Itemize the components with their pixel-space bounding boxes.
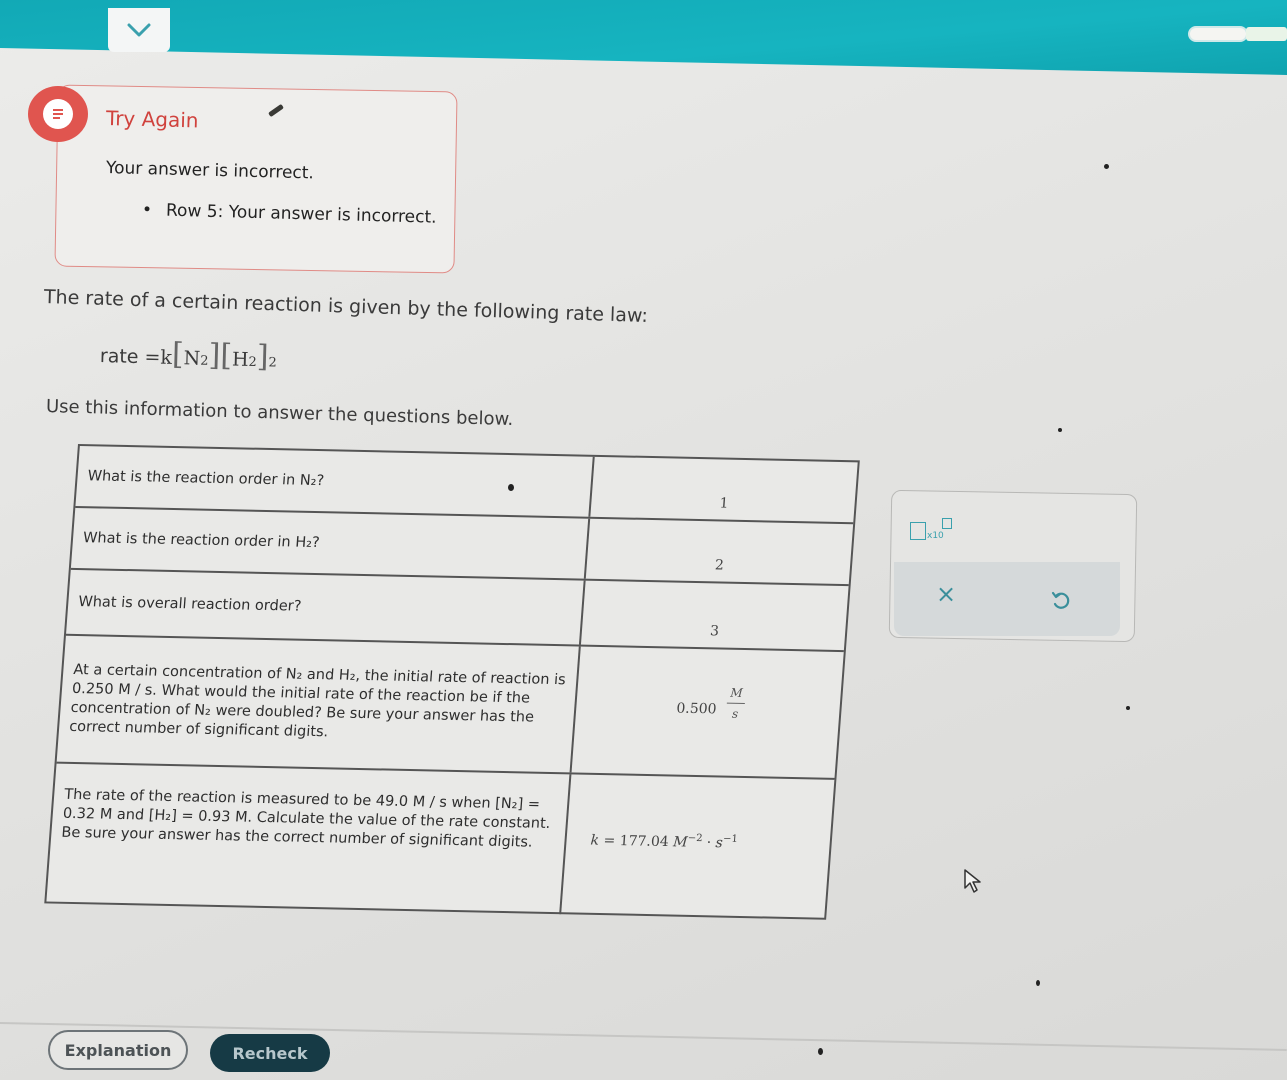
dust-speck bbox=[1126, 706, 1130, 710]
problem-intro: The rate of a certain reaction is given … bbox=[43, 286, 649, 327]
question-cell: The rate of the reaction is measured to … bbox=[46, 763, 572, 915]
rate-constant-answer: k = 177.04 M−2 · s−1 bbox=[590, 831, 738, 852]
dust-speck bbox=[508, 484, 514, 491]
answer-tools-actions bbox=[894, 562, 1120, 636]
alert-icon bbox=[28, 86, 88, 142]
mouse-pointer-icon bbox=[962, 868, 984, 898]
answer-prefix: k = bbox=[590, 832, 616, 849]
answer-cell[interactable]: 3 bbox=[581, 581, 849, 650]
unit-s-exponent: −1 bbox=[722, 833, 739, 845]
table-row: The rate of the reaction is measured to … bbox=[46, 763, 834, 920]
unit-denominator: s bbox=[731, 706, 739, 721]
rate-law-exponent: 2 bbox=[268, 355, 277, 371]
dust-speck bbox=[818, 1048, 823, 1055]
dust-speck bbox=[1104, 164, 1109, 169]
alert-title: Try Again bbox=[105, 106, 199, 133]
rate-law-k: k bbox=[160, 346, 173, 369]
answer-value: 1 bbox=[718, 495, 729, 512]
dust-speck bbox=[1058, 428, 1062, 432]
rate-law-equation: rate = k [N 2] [H 2] 2 bbox=[99, 336, 277, 375]
rate-law-h: H bbox=[231, 348, 249, 371]
header-dropdown-button[interactable] bbox=[108, 8, 170, 52]
answer-cell[interactable]: 2 bbox=[586, 519, 853, 584]
close-icon[interactable]: × bbox=[936, 580, 956, 608]
answer-value: 177.04 bbox=[619, 833, 670, 851]
rate-law-n: N bbox=[183, 347, 201, 370]
question-cell: What is the reaction order in N₂? bbox=[75, 446, 595, 517]
unit-numerator: M bbox=[729, 685, 744, 700]
dust-speck bbox=[1036, 980, 1040, 986]
unit-m: M bbox=[672, 834, 689, 851]
x10-label: x10 bbox=[927, 531, 944, 541]
chevron-down-icon bbox=[127, 23, 151, 37]
answer-value: 3 bbox=[709, 623, 720, 640]
recheck-button[interactable]: Recheck bbox=[210, 1034, 330, 1072]
unit-dot: · bbox=[706, 834, 712, 851]
problem-instruction: Use this information to answer the quest… bbox=[45, 396, 514, 431]
answer-cell[interactable]: 0.500 M s bbox=[572, 647, 844, 778]
progress-pill bbox=[1188, 26, 1248, 42]
question-table: What is the reaction order in N₂? 1 What… bbox=[44, 444, 860, 920]
top-bar bbox=[0, 0, 1287, 75]
answer-cell[interactable]: k = 177.04 M−2 · s−1 bbox=[561, 774, 834, 919]
unit-m-exponent: −2 bbox=[687, 832, 703, 845]
answer-value: 2 bbox=[714, 557, 725, 574]
rate-law-lhs: rate bbox=[99, 345, 139, 369]
answer-unit: M s bbox=[726, 686, 747, 721]
question-cell: What is the reaction order in H₂? bbox=[70, 507, 591, 579]
progress-pill-edge bbox=[1246, 27, 1287, 41]
scientific-notation-button[interactable]: x10 bbox=[910, 518, 958, 544]
footer-divider bbox=[0, 1022, 1287, 1051]
question-cell: At a certain concentration of N₂ and H₂,… bbox=[56, 635, 581, 773]
rate-law-equals: = bbox=[144, 346, 161, 369]
answer-cell[interactable]: 1 bbox=[590, 457, 857, 522]
undo-icon[interactable] bbox=[1050, 590, 1072, 616]
question-cell: What is overall reaction order? bbox=[66, 569, 586, 645]
explanation-button[interactable]: Explanation bbox=[48, 1030, 188, 1070]
answer-value: 0.500 bbox=[675, 700, 718, 718]
table-row: At a certain concentration of N₂ and H₂,… bbox=[56, 635, 844, 780]
